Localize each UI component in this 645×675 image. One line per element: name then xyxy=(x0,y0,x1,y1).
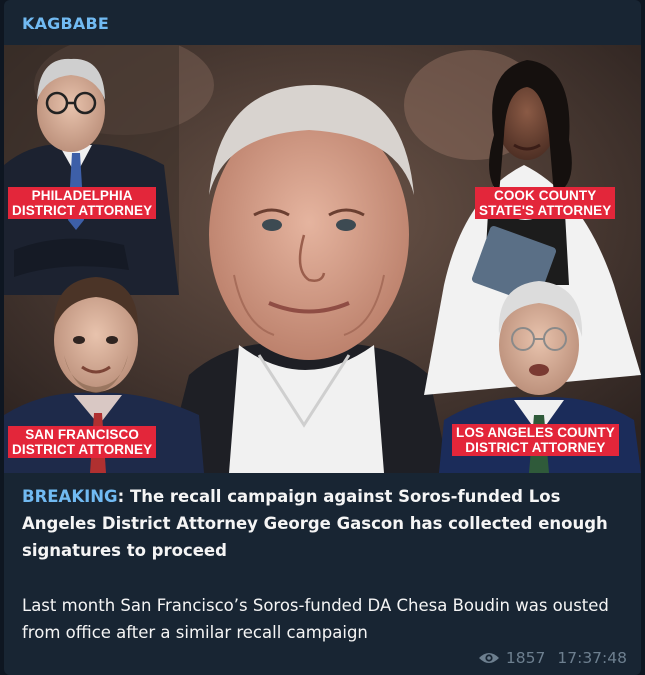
label-philadelphia-line1: PHILADELPHIA xyxy=(31,188,133,203)
post-photo[interactable]: PHILADELPHIA DISTRICT ATTORNEY COOK COUN… xyxy=(4,45,641,473)
channel-name[interactable]: KAGBABE xyxy=(22,14,109,33)
post-body: Last month San Francisco’s Soros-funded … xyxy=(22,596,609,642)
post-headline: BREAKING: The recall campaign against So… xyxy=(22,483,630,564)
label-san-francisco: SAN FRANCISCO DISTRICT ATTORNEY xyxy=(8,426,157,458)
collage-illustration xyxy=(4,45,641,473)
label-philadelphia: PHILADELPHIA DISTRICT ATTORNEY xyxy=(8,187,157,219)
label-cook-county-line2: STATE'S ATTORNEY xyxy=(479,203,612,218)
eye-icon xyxy=(478,653,499,663)
channel-post: KAGBABE PHILADELPHIA DISTRICT ATTORNEY C… xyxy=(4,0,641,675)
label-san-francisco-line1: SAN FRANCISCO xyxy=(25,427,139,442)
label-los-angeles-line2: DISTRICT ATTORNEY xyxy=(465,440,606,455)
label-cook-county-line1: COOK COUNTY xyxy=(493,188,597,203)
post-time: 17:37:48 xyxy=(557,649,627,667)
label-los-angeles-line1: LOS ANGELES COUNTY xyxy=(456,425,615,440)
label-san-francisco-line2: DISTRICT ATTORNEY xyxy=(12,442,153,457)
breaking-tag: BREAKING xyxy=(22,487,118,506)
label-philadelphia-line2: DISTRICT ATTORNEY xyxy=(12,203,153,218)
label-los-angeles: LOS ANGELES COUNTY DISTRICT ATTORNEY xyxy=(452,424,619,456)
label-cook-county: COOK COUNTY STATE'S ATTORNEY xyxy=(475,187,616,219)
view-count: 1857 xyxy=(505,649,546,667)
post-meta: 1857 17:37:48 xyxy=(478,649,627,667)
